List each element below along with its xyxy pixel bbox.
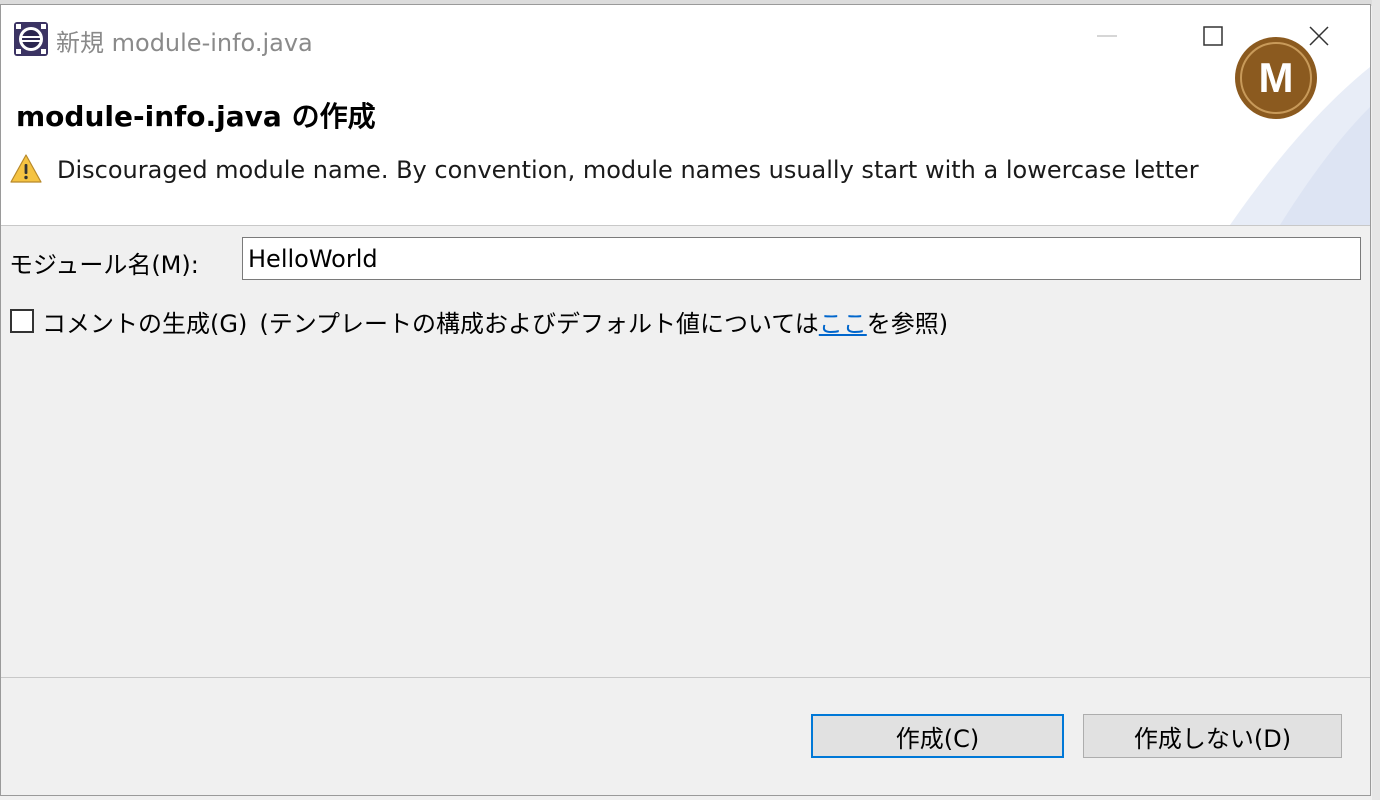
button-bar-separator xyxy=(1,677,1370,678)
dont-create-button[interactable]: 作成しない(D) xyxy=(1083,714,1342,758)
module-name-input[interactable] xyxy=(242,237,1361,280)
minimize-icon xyxy=(1097,35,1117,37)
dialog-heading: module-info.java の作成 xyxy=(16,100,376,133)
new-module-info-dialog: 新規 module-info.java module-info.java の作成 xyxy=(0,4,1371,796)
title-bar[interactable]: 新規 module-info.java xyxy=(1,5,1370,67)
template-settings-link[interactable]: ここ xyxy=(819,310,867,338)
minimize-button[interactable] xyxy=(1054,5,1160,67)
wizard-header-banner: module-info.java の作成 Discouraged module … xyxy=(1,67,1370,226)
maximize-icon xyxy=(1203,26,1223,46)
module-logo-letter: M xyxy=(1259,54,1294,101)
warning-message: Discouraged module name. By convention, … xyxy=(57,156,1199,184)
eclipse-app-icon xyxy=(14,22,48,56)
window-title: 新規 module-info.java xyxy=(56,29,313,57)
module-name-label: モジュール名(M): xyxy=(9,251,199,279)
generate-comments-checkbox[interactable] xyxy=(10,309,34,333)
background-app-edge xyxy=(1372,0,1380,800)
warning-icon xyxy=(10,154,42,183)
template-hint: (テンプレートの構成およびデフォルト値についてはここを参照) xyxy=(259,304,948,339)
template-hint-prefix: (テンプレートの構成およびデフォルト値については xyxy=(259,309,819,338)
create-button[interactable]: 作成(C) xyxy=(811,714,1064,758)
template-hint-suffix: を参照) xyxy=(866,309,949,338)
generate-comments-label[interactable]: コメントの生成(G) xyxy=(42,304,247,339)
generate-comments-row: コメントの生成(G) (テンプレートの構成およびデフォルト値についてはここを参照… xyxy=(10,304,948,339)
module-logo-icon: M xyxy=(1235,37,1317,119)
